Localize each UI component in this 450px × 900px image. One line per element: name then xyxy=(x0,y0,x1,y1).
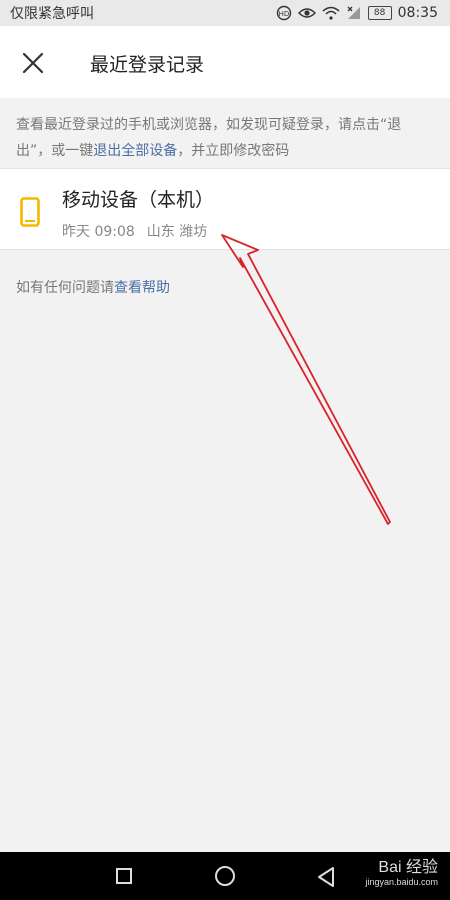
baidu-jingyan-watermark: Bai 经验 jingyan.baidu.com xyxy=(365,860,438,888)
help-line: 如有任何问题请查看帮助 xyxy=(16,277,170,297)
header: 最近登录记录 xyxy=(0,26,450,98)
notice-text-tail: ，并立即修改密码 xyxy=(177,143,290,159)
status-icons: HD 88 08:35 xyxy=(276,5,450,21)
device-name: 移动设备（本机） xyxy=(62,189,215,211)
home-icon[interactable] xyxy=(215,866,235,886)
carrier-text: 仅限紧急呼叫 xyxy=(10,6,94,22)
watermark-brand: Bai 经验 xyxy=(378,859,438,876)
no-signal-icon xyxy=(347,6,360,19)
recent-apps-icon[interactable] xyxy=(116,868,132,884)
device-meta: 昨天 09:08 山东 潍坊 xyxy=(62,221,207,241)
svg-text:HD: HD xyxy=(278,10,289,18)
eye-comfort-icon xyxy=(297,8,316,18)
view-help-link[interactable]: 查看帮助 xyxy=(114,280,170,296)
logout-all-devices-link[interactable]: 退出全部设备 xyxy=(93,143,177,159)
page-title: 最近登录记录 xyxy=(90,54,205,76)
login-location: 山东 潍坊 xyxy=(146,224,208,240)
system-nav-bar: Bai 经验 jingyan.baidu.com xyxy=(0,852,450,900)
wifi-icon xyxy=(322,6,340,20)
mobile-phone-icon xyxy=(20,197,40,227)
device-list-item[interactable]: 移动设备（本机） 昨天 09:08 山东 潍坊 xyxy=(0,168,450,250)
close-icon[interactable] xyxy=(18,48,48,78)
hd-call-icon: HD xyxy=(276,5,291,21)
battery-icon: 88 xyxy=(367,6,392,20)
watermark-url: jingyan.baidu.com xyxy=(365,877,438,887)
help-text: 如有任何问题请 xyxy=(16,280,114,296)
clock: 08:35 xyxy=(397,5,438,21)
status-bar: 仅限紧急呼叫 HD 88 08:35 xyxy=(0,0,450,26)
back-icon[interactable] xyxy=(316,866,336,888)
login-time: 昨天 09:08 xyxy=(62,224,135,240)
login-notice: 查看最近登录过的手机或浏览器，如发现可疑登录，请点击“退出”，或一键退出全部设备… xyxy=(0,98,450,168)
